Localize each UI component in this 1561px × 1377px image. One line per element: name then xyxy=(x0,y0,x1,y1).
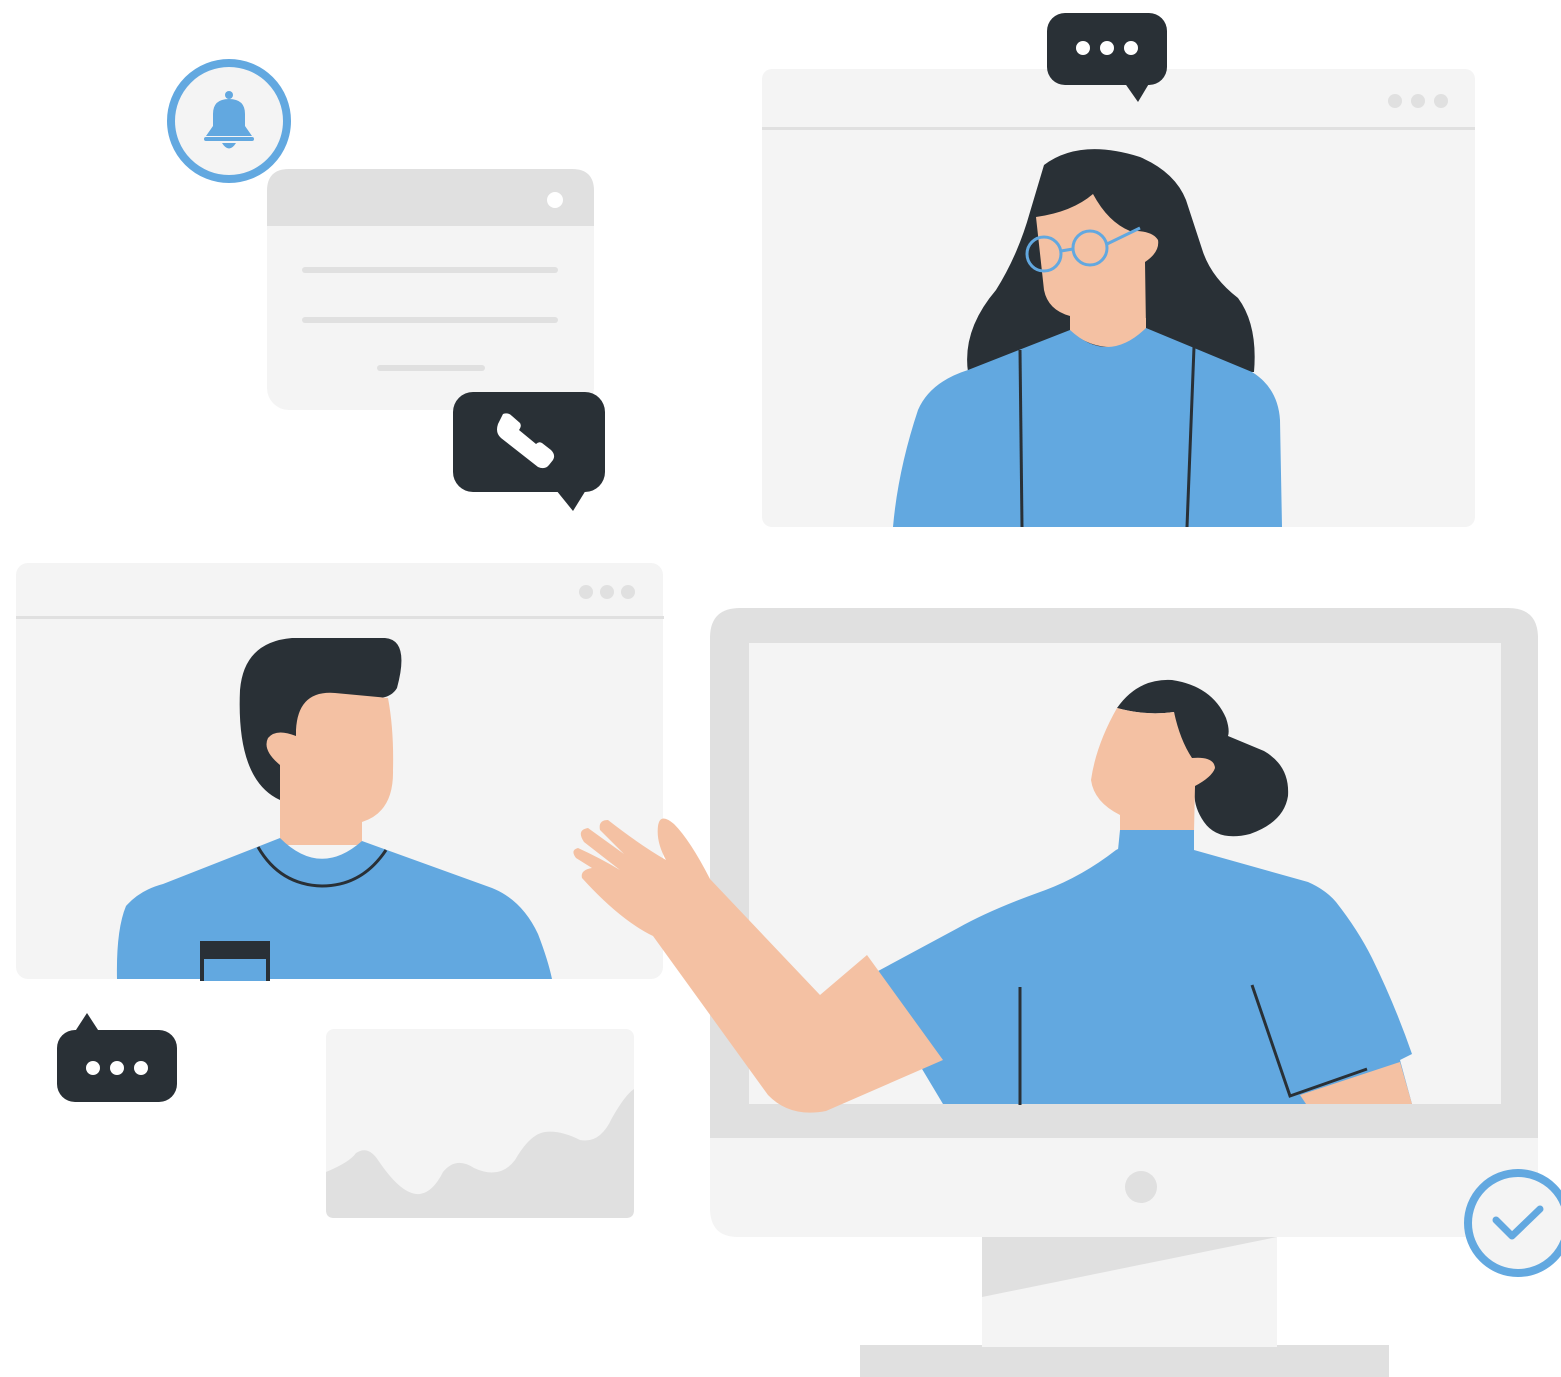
monitor-power-button[interactable] xyxy=(1125,1171,1157,1203)
dialog-action-line[interactable] xyxy=(377,365,485,371)
three-dots-icon[interactable] xyxy=(1388,94,1448,108)
confirmation-badge[interactable] xyxy=(1464,1169,1561,1277)
video-conference-illustration xyxy=(16,13,1561,1377)
dialog-close-dot[interactable] xyxy=(547,192,563,208)
shirt-pocket xyxy=(200,941,270,981)
dialog-text-line xyxy=(302,317,558,323)
typing-bubble-left[interactable] xyxy=(57,1013,177,1102)
ellipsis-icon xyxy=(86,1061,148,1075)
dialog-text-line xyxy=(302,267,558,273)
three-dots-icon[interactable] xyxy=(579,585,635,599)
notification-badge[interactable] xyxy=(167,59,291,183)
video-call-window-left xyxy=(16,563,664,981)
area-chart-card xyxy=(326,1029,634,1218)
phone-call-bubble[interactable] xyxy=(453,392,605,511)
ellipsis-icon xyxy=(1076,41,1138,55)
notification-dialog xyxy=(267,169,594,410)
video-call-window-top xyxy=(762,69,1475,528)
